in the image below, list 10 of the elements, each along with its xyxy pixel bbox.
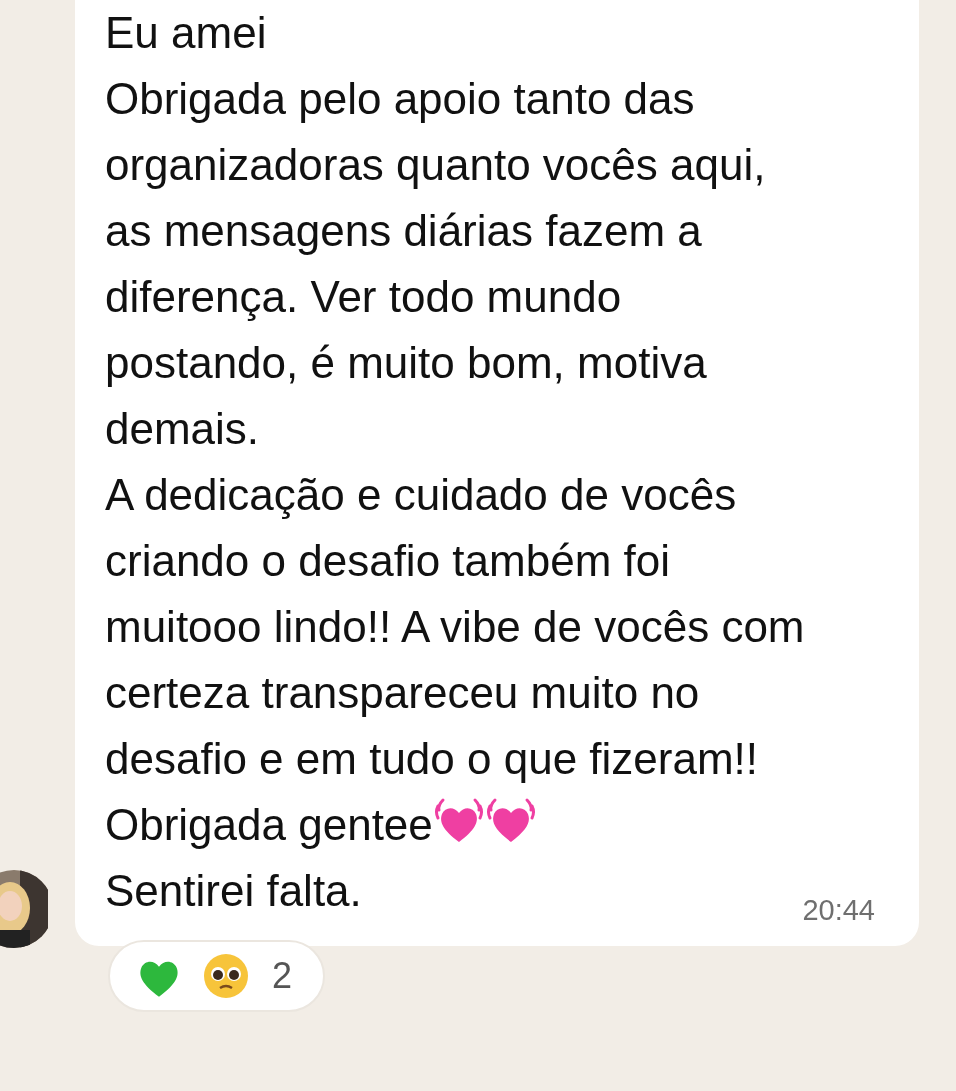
avatar[interactable] [0, 868, 48, 950]
message-text: Eu amei [105, 7, 268, 59]
message-text: A dedicação e cuidado de vocês criando o desafio também foi muitooo lindo!! A vibe de vocês com certeza transpareceu muito no desafio e em tudo o que fizeram!! [105, 469, 806, 785]
reaction-count: 2 [272, 955, 293, 997]
message-text: Obrigada pelo apoio tanto das organizadoras quanto vocês aqui, as mensagens diárias fazem a diferença. Ver todo mundo postando, é muito bom, motiva demais. [105, 73, 767, 455]
pleading-face-icon [202, 952, 250, 1000]
message-text: Sentirei falta. [105, 865, 362, 917]
reactions-pill[interactable]: 2 [108, 940, 325, 1012]
message-text: Obrigada gentee [105, 792, 813, 858]
message-time: 20:44 [802, 893, 875, 928]
